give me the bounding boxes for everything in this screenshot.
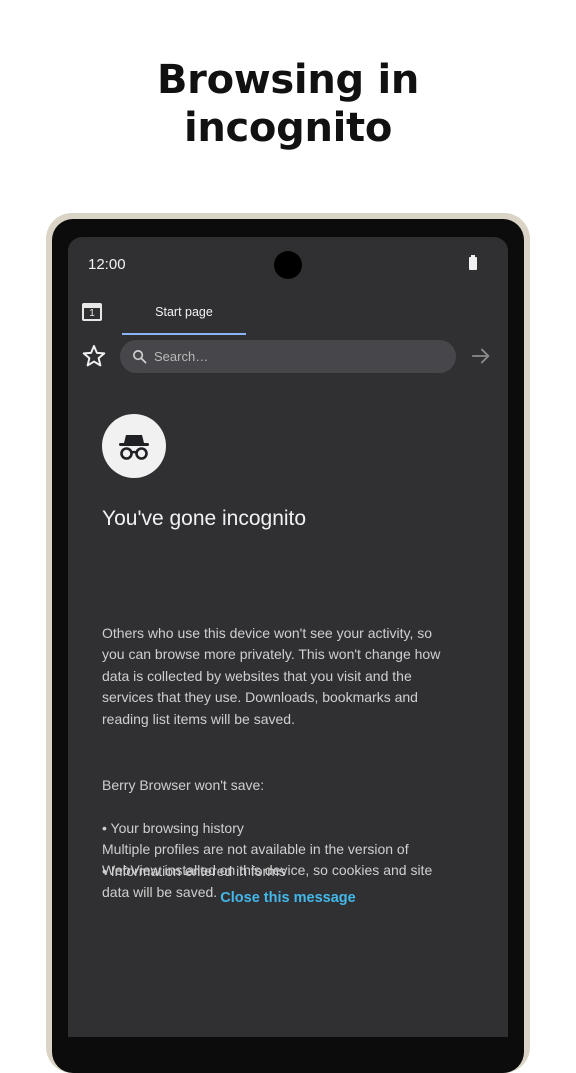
headline-text: Browsing in incognito (156, 57, 420, 151)
tab-label: Start page (155, 305, 213, 319)
toolbar (68, 337, 508, 377)
status-time: 12:00 (88, 256, 126, 273)
wont-save-heading: Berry Browser won't save: (102, 777, 265, 794)
camera-cutout (274, 251, 302, 279)
arrow-right-icon[interactable] (470, 345, 492, 367)
incognito-title: You've gone incognito (102, 507, 307, 530)
headline: Browsing in incognito (0, 56, 576, 152)
battery-icon (469, 255, 477, 270)
tab-count-label: 1 (89, 308, 95, 319)
tab-switcher-button[interactable]: 1 (82, 303, 102, 321)
tab-strip: 1 Start page (68, 295, 508, 335)
browser-screen: 12:00 1 Start page Search… You've gone i… (68, 237, 508, 1037)
search-input[interactable] (154, 340, 444, 373)
incognito-description: Others who use this device won't see you… (102, 625, 441, 727)
incognito-icon (119, 435, 149, 460)
star-outline-icon[interactable] (81, 343, 107, 369)
incognito-badge (102, 414, 166, 478)
search-bar[interactable] (120, 340, 456, 373)
status-bar: 12:00 (68, 237, 508, 293)
close-message-link[interactable]: Close this message (0, 890, 576, 906)
wont-save-item-history: • Your browsing history (102, 820, 244, 837)
search-icon (133, 350, 147, 364)
tab-start-page[interactable]: Start page (122, 295, 246, 335)
